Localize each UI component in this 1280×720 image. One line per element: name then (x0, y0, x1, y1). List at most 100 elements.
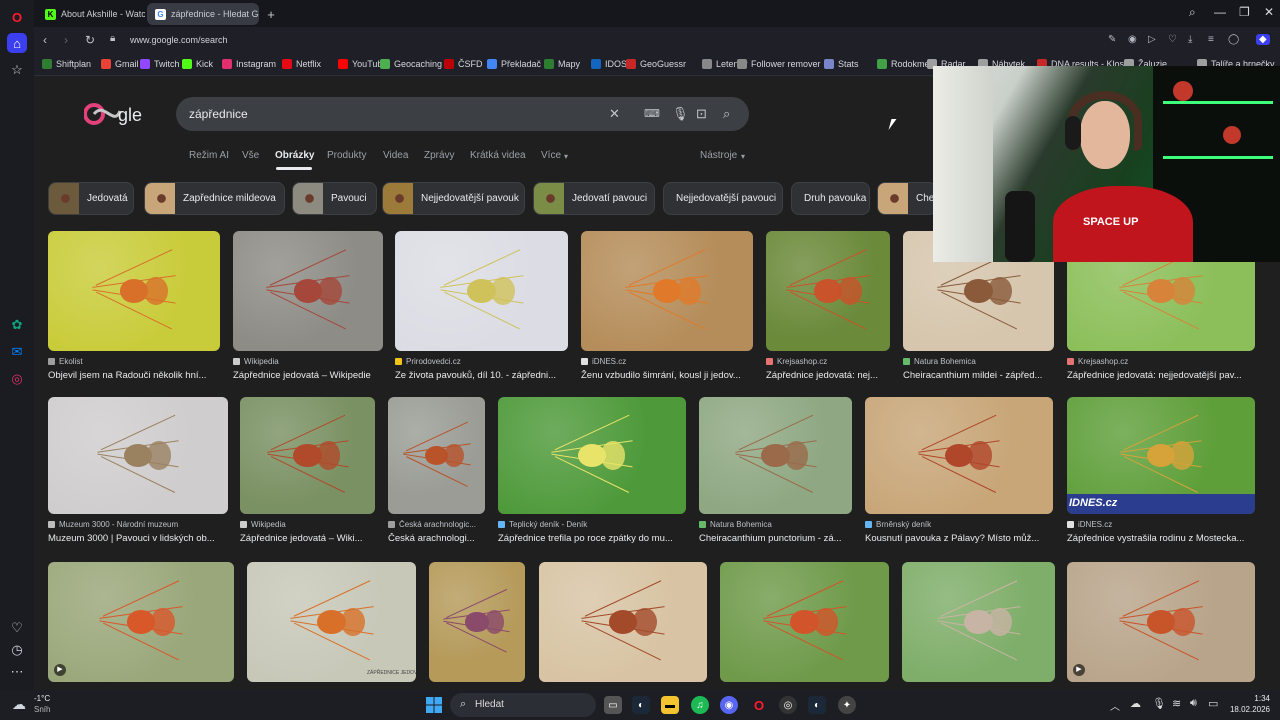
minimize-icon[interactable]: — (1214, 5, 1226, 19)
image-result[interactable]: Wikipedia Zápřednice jedovatá – Wiki... (240, 397, 375, 544)
instagram-icon[interactable]: ◎ (7, 369, 27, 389)
result-title[interactable]: Česká arachnologi... (388, 533, 485, 544)
image-result[interactable] (539, 562, 707, 682)
image-result[interactable]: Muzeum 3000 - Národní muzeum Muzeum 3000 … (48, 397, 228, 544)
messenger-icon[interactable]: ✉ (7, 342, 27, 362)
bookmark-17[interactable]: Rodokmen (877, 59, 935, 69)
chip-2[interactable]: Pavouci (292, 182, 377, 215)
bookmark-9[interactable]: ČSFD (444, 59, 483, 69)
result-source[interactable]: Muzeum 3000 - Národní muzeum (48, 520, 228, 529)
bookmark-8[interactable]: Geocaching (380, 59, 442, 69)
image-result[interactable]: ▶ (48, 562, 234, 682)
opera-gx-icon[interactable]: O (750, 696, 768, 714)
result-source[interactable]: iDNES.cz (1067, 520, 1255, 529)
tab-6[interactable]: Krátká videa (470, 150, 526, 161)
back-icon[interactable]: ‹ (43, 33, 47, 47)
bookmark-3[interactable]: Twitch (140, 59, 180, 69)
tab-3[interactable]: Produkty (327, 150, 366, 161)
weather-desc[interactable]: Sníh (34, 705, 50, 714)
tab-1[interactable]: Vše (242, 150, 259, 161)
profile-icon[interactable]: ◯ (1228, 34, 1239, 45)
result-title[interactable]: Zápřednice jedovatá – Wikipedie (233, 370, 383, 381)
image-result[interactable]: Ekolist Objevil jsem na Radouči několik h… (48, 231, 220, 381)
more-chevron-icon[interactable]: ▾ (564, 152, 568, 161)
weather-temp[interactable]: -1°C (34, 694, 50, 703)
search-tabs-icon[interactable]: ⌕ (1189, 5, 1196, 20)
google-doodle-logo[interactable]: gle (84, 99, 154, 129)
bookmark-2[interactable]: Gmail (101, 59, 139, 69)
result-image[interactable] (581, 231, 753, 351)
chatgpt-icon[interactable]: ✿ (7, 315, 27, 335)
keyboard-icon[interactable]: ⌨ (644, 107, 660, 120)
result-source[interactable]: Krejsashop.cz (1067, 357, 1255, 366)
result-source[interactable]: Česká arachnologic... (388, 520, 485, 529)
image-result[interactable]: iDNES.cz Ženu vzbudilo šimrání, kousl ji … (581, 231, 753, 381)
home-icon[interactable]: ⌂ (7, 33, 27, 53)
result-source[interactable]: iDNES.cz (581, 357, 753, 366)
result-source[interactable]: Brněnský deník (865, 520, 1053, 529)
result-image[interactable]: ▶ (48, 562, 234, 682)
result-source[interactable]: Ekolist (48, 357, 220, 366)
result-title[interactable]: Zápřednice vystrašila rodinu z Mostecka.… (1067, 533, 1255, 544)
tab-0[interactable]: Režim AI (189, 150, 229, 161)
opera-logo-icon[interactable]: O (7, 7, 27, 27)
task-view-icon[interactable]: ▭ (604, 696, 622, 714)
result-source[interactable]: Natura Bohemica (903, 357, 1054, 366)
forward-icon[interactable]: › (64, 33, 68, 47)
search-box[interactable]: zápřednice ✕ ⌨ 🎙︎ ⊡ ⌕ (176, 97, 749, 131)
more-icon[interactable]: ⋯ (7, 662, 27, 682)
tab-5[interactable]: Zprávy (424, 150, 455, 161)
result-image[interactable] (240, 397, 375, 514)
heart-outline-icon[interactable]: ♡ (1168, 34, 1177, 45)
result-image[interactable] (498, 397, 686, 514)
menu-icon[interactable]: ≡ (1208, 34, 1214, 45)
result-image[interactable] (48, 397, 228, 514)
image-result[interactable]: ZÁPŘEDNICE JEDOVATÁ (247, 562, 416, 682)
reload-icon[interactable]: ↻ (85, 33, 95, 47)
result-image[interactable] (539, 562, 707, 682)
spotify-icon[interactable]: ♫ (691, 696, 709, 714)
result-title[interactable]: Muzeum 3000 | Pavouci v lidských ob... (48, 533, 228, 544)
steam-icon-2[interactable]: ◐ (808, 696, 826, 714)
bookmark-15[interactable]: Follower remover (737, 59, 821, 69)
download-icon[interactable]: ⤓ (1188, 34, 1192, 45)
maximize-icon[interactable]: ❐ (1239, 5, 1250, 19)
clear-icon[interactable]: ✕ (609, 106, 620, 122)
result-title[interactable]: Cheiracanthium mildei - zápřed... (903, 370, 1054, 381)
search-input[interactable]: zápřednice (189, 107, 248, 121)
star-icon[interactable]: ☆ (7, 60, 27, 80)
result-source[interactable]: Krejsashop.cz (766, 357, 890, 366)
image-result[interactable]: Krejsashop.cz Zápřednice jedovatá: nej... (766, 231, 890, 381)
new-tab-button[interactable]: + (263, 3, 279, 25)
tab-4[interactable]: Videa (383, 150, 408, 161)
clock-time[interactable]: 1:34 (1226, 694, 1270, 703)
result-image[interactable]: IDNES.cz (1067, 397, 1255, 514)
result-image[interactable] (388, 397, 485, 514)
start-icon[interactable] (425, 696, 443, 714)
app-icon-2[interactable]: ✦ (838, 696, 856, 714)
result-source[interactable]: Teplický deník - Deník (498, 520, 686, 529)
tray-chevron-icon[interactable]: ︿ (1110, 698, 1120, 713)
bookmark-4[interactable]: Kick (182, 59, 213, 69)
result-source[interactable]: Natura Bohemica (699, 520, 852, 529)
result-source[interactable]: Prirodovedci.cz (395, 357, 568, 366)
image-result[interactable]: Brněnský deník Kousnutí pavouka z Pálavy?… (865, 397, 1053, 544)
image-result[interactable]: Natura Bohemica Cheiracanthium punctorium… (699, 397, 852, 544)
play-icon[interactable]: ▷ (1148, 34, 1156, 45)
image-result[interactable]: IDNES.cz iDNES.cz Zápřednice vystrašila ro… (1067, 397, 1255, 544)
heart-icon[interactable]: ♡ (7, 618, 27, 638)
clock-date[interactable]: 18.02.2026 (1222, 705, 1270, 714)
image-result[interactable] (902, 562, 1055, 682)
result-title[interactable]: Ze života pavouků, díl 10. - zápředni... (395, 370, 568, 381)
lens-icon[interactable]: ⊡ (696, 106, 707, 122)
history-icon[interactable]: ◷ (7, 640, 27, 660)
bookmark-6[interactable]: Netflix (282, 59, 321, 69)
image-result[interactable]: Wikipedia Zápřednice jedovatá – Wikipedie (233, 231, 383, 381)
chip-6[interactable]: Druh pavouka (791, 182, 870, 215)
tab-7[interactable]: Více (541, 150, 561, 161)
bookmark-13[interactable]: GeoGuessr (626, 59, 686, 69)
extension-icon[interactable]: ◆ (1256, 34, 1270, 45)
onedrive-icon[interactable]: ☁ (1130, 697, 1141, 710)
image-result[interactable]: Prirodovedci.cz Ze života pavouků, díl 10… (395, 231, 568, 381)
camera-icon[interactable]: ◉ (1128, 34, 1137, 45)
